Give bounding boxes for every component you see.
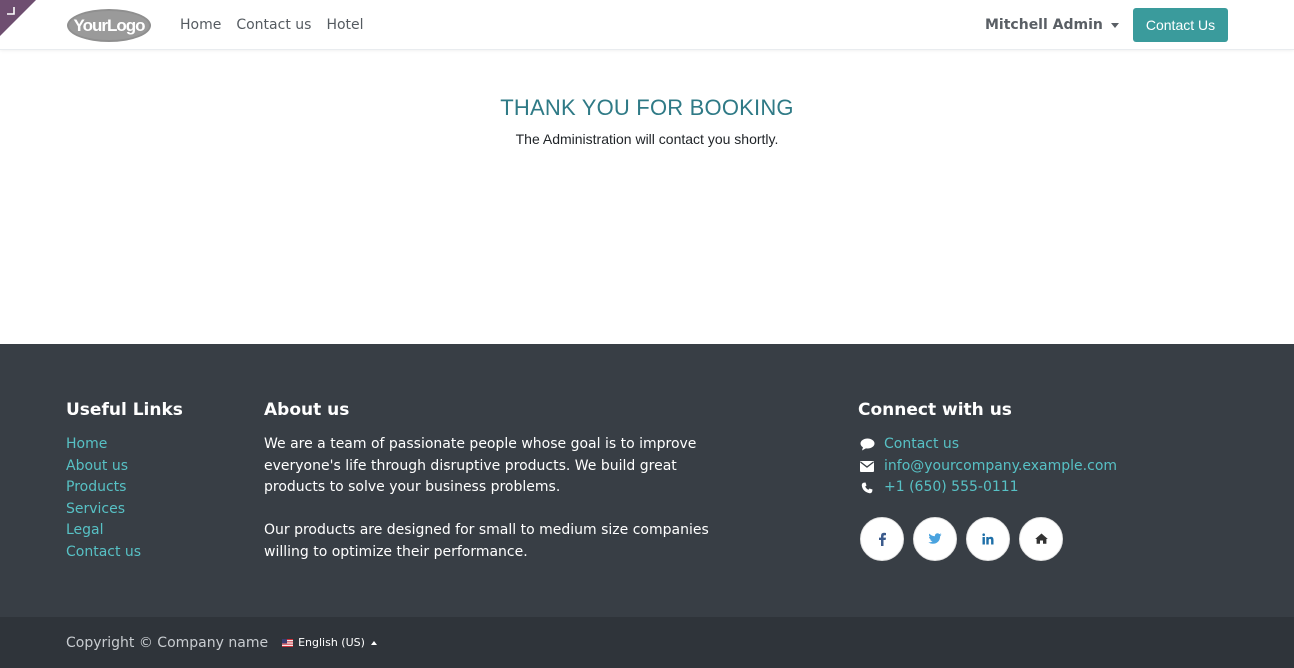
footer-link-legal[interactable]: Legal	[66, 520, 183, 542]
footer-link-home[interactable]: Home	[66, 434, 183, 456]
linkedin-icon	[982, 533, 994, 545]
caret-up-icon	[370, 640, 377, 645]
email-row: info@yourcompany.example.com	[858, 456, 1218, 478]
footer-link-contact-us[interactable]: Contact us	[66, 542, 183, 564]
linkedin-button[interactable]	[966, 516, 1010, 561]
company-logo[interactable]: YourLogo	[66, 8, 152, 43]
envelope-icon	[858, 459, 876, 473]
social-links	[860, 516, 1218, 561]
user-name: Mitchell Admin	[985, 17, 1103, 33]
logo-text: YourLogo	[73, 15, 146, 35]
about-us-heading: About us	[264, 400, 350, 420]
main-nav: Home Contact us Hotel	[180, 0, 364, 50]
footer-link-products[interactable]: Products	[66, 477, 183, 499]
phone-link[interactable]: +1 (650) 555-0111	[884, 477, 1019, 499]
about-us-paragraph-1: We are a team of passionate people whose…	[264, 436, 697, 496]
contact-row: Contact us	[858, 434, 1218, 456]
us-flag-icon	[282, 638, 294, 647]
home-button[interactable]	[1019, 516, 1063, 561]
connect-section: Connect with us Contact us info@yourcomp…	[858, 400, 1218, 561]
nav-link-hotel[interactable]: Hotel	[326, 17, 363, 33]
twitter-button[interactable]	[913, 516, 957, 561]
copyright-text: Copyright © Company name	[66, 634, 269, 651]
user-menu-dropdown[interactable]: Mitchell Admin	[985, 0, 1119, 50]
language-label: English (US)	[298, 636, 365, 649]
twitter-icon	[928, 532, 942, 544]
facebook-button[interactable]	[860, 516, 904, 561]
edit-mode-corner-icon[interactable]	[0, 0, 36, 36]
contact-us-button[interactable]: Contact Us	[1133, 8, 1228, 42]
footer: Useful Links Home About us Products Serv…	[0, 344, 1294, 617]
footer-link-about-us[interactable]: About us	[66, 456, 183, 478]
page-subtitle: The Administration will contact you shor…	[515, 131, 779, 147]
email-link[interactable]: info@yourcompany.example.com	[884, 456, 1117, 478]
connect-contact-link[interactable]: Contact us	[884, 434, 959, 456]
connect-heading: Connect with us	[858, 400, 1012, 420]
about-us-section: About us We are a team of passionate peo…	[264, 400, 734, 564]
caret-down-icon	[1110, 22, 1119, 28]
about-us-paragraph-2: Our products are designed for small to m…	[264, 522, 709, 560]
facebook-icon	[879, 532, 886, 546]
copyright-bar: Copyright © Company name English (US)	[0, 617, 1294, 668]
footer-link-services[interactable]: Services	[66, 499, 183, 521]
main-content: THANK YOU FOR BOOKING The Administration…	[0, 51, 1294, 344]
nav-link-home[interactable]: Home	[180, 17, 221, 33]
nav-link-contact-us[interactable]: Contact us	[236, 17, 311, 33]
useful-links-heading: Useful Links	[66, 400, 183, 420]
useful-links-section: Useful Links Home About us Products Serv…	[66, 400, 183, 564]
home-icon	[1034, 533, 1048, 545]
phone-icon	[858, 481, 876, 495]
comment-icon	[858, 438, 876, 452]
page-title: THANK YOU FOR BOOKING	[500, 95, 794, 120]
top-navbar: YourLogo Home Contact us Hotel Mitchell …	[0, 0, 1294, 50]
language-selector[interactable]: English (US)	[282, 636, 377, 649]
phone-row: +1 (650) 555-0111	[858, 477, 1218, 499]
